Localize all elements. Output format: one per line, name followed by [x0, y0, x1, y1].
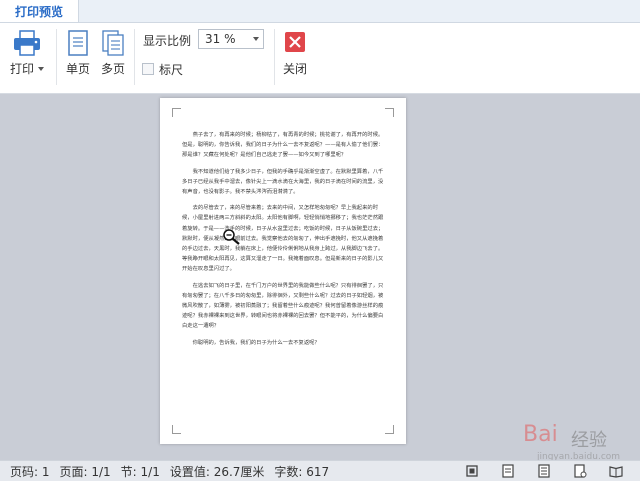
toolbar-divider	[56, 29, 57, 85]
zoom-select[interactable]: 31 %	[198, 29, 264, 49]
multi-page-label: 多页	[100, 62, 125, 76]
tab-print-preview[interactable]: 打印预览	[0, 0, 79, 22]
outline-view-icon[interactable]	[526, 463, 562, 479]
paragraph: 燕子去了，有再来的时候；杨柳枯了，有再青的时候；桃花谢了，有再开的时候。但是，聪…	[182, 132, 384, 159]
watermark-brand: Bai	[523, 422, 558, 447]
single-page-button[interactable]: 单页	[66, 29, 90, 77]
toolbar-divider	[134, 29, 135, 85]
status-page-code: 页码: 1	[10, 464, 50, 479]
chevron-down-icon	[253, 37, 259, 41]
ruler-checkbox[interactable]	[142, 63, 154, 75]
close-label: 关闭	[283, 62, 308, 76]
web-view-icon[interactable]	[562, 463, 598, 479]
close-icon	[285, 32, 305, 52]
page-view-icon[interactable]	[490, 463, 526, 479]
page-corner-mark	[385, 108, 394, 117]
reading-mode-icon[interactable]	[598, 463, 634, 479]
print-button-label: 打印	[10, 62, 35, 76]
multi-page-button[interactable]: 多页	[100, 29, 126, 77]
page-corner-mark	[385, 425, 394, 434]
single-page-icon	[68, 30, 88, 56]
print-preview-toolbar: 打印 单页 多页 显示比例 31 % 标尺 关闭	[0, 23, 640, 94]
fullscreen-view-icon[interactable]	[454, 463, 490, 479]
ribbon-tabbar: 打印预览	[0, 0, 640, 23]
preview-page[interactable]: 燕子去了，有再来的时候；杨柳枯了，有再青的时候；桃花谢了，有再开的时候。但是，聪…	[160, 98, 406, 444]
single-page-label: 单页	[66, 62, 91, 76]
paragraph: 去的尽管去了，来的尽管来着；去来的中间，又怎样地匆匆呢？早上我起来的时候，小屋里…	[182, 205, 384, 273]
close-preview-button[interactable]: 关闭	[283, 31, 307, 77]
status-page: 页面: 1/1	[59, 464, 111, 479]
page-corner-mark	[172, 425, 181, 434]
paragraph: 我不知道他们给了我多少日子，但我的手确乎是渐渐空虚了。在默默里算着，八千多日子已…	[182, 168, 384, 196]
view-mode-group	[454, 463, 634, 479]
magnifier-cursor-icon	[223, 229, 240, 245]
printer-icon	[14, 30, 40, 56]
status-section: 节: 1/1	[120, 464, 160, 479]
zoom-value: 31 %	[205, 32, 236, 46]
chevron-down-icon	[38, 66, 45, 71]
watermark: Bai 经验 jingyan.baidu.com	[515, 414, 620, 466]
ruler-label: 标尺	[159, 63, 184, 77]
watermark-brand-cn: 经验	[571, 430, 607, 451]
paragraph: 在逃去如飞的日子里，在千门万户的世界里的我能做些什么呢？只有徘徊罢了，只有匆匆罢…	[182, 282, 384, 330]
print-button[interactable]: 打印	[10, 29, 45, 77]
paragraph: 你聪明的，告诉我，我们的日子为什么一去不复返呢？	[192, 339, 320, 346]
page-corner-mark	[172, 108, 181, 117]
status-bar: 页码: 1 页面: 1/1 节: 1/1 设置值: 26.7厘米 字数: 617	[0, 460, 640, 481]
zoom-label: 显示比例	[143, 34, 192, 48]
status-word-count[interactable]: 字数: 617	[274, 463, 329, 480]
document-body: 燕子去了，有再来的时候；杨柳枯了，有再青的时候；桃花谢了，有再开的时候。但是，聪…	[182, 130, 388, 354]
status-setting: 设置值: 26.7厘米	[169, 464, 265, 479]
toolbar-divider	[274, 29, 275, 85]
multi-page-icon	[102, 30, 124, 56]
